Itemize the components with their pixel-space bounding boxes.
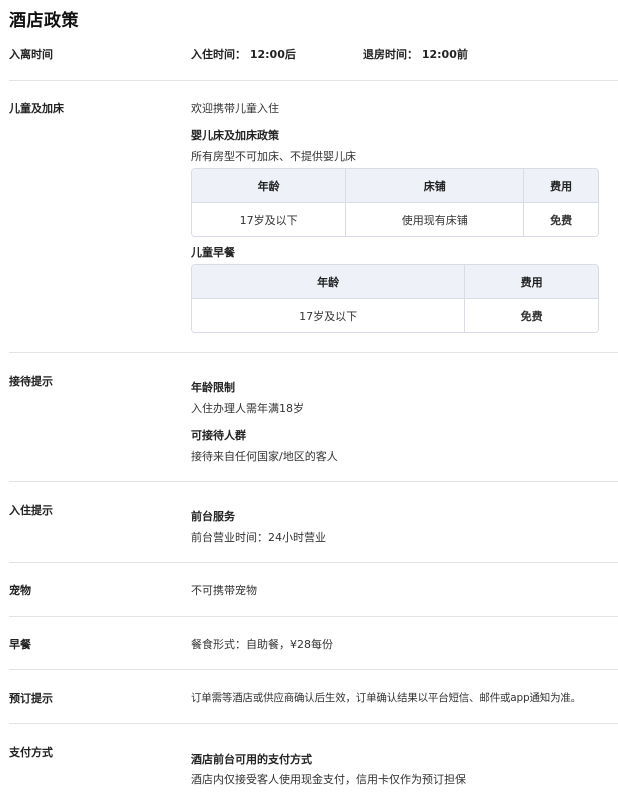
children-content: 欢迎携带儿童入住 婴儿床及加床政策 所有房型不可加床、不提供婴儿床 年龄 床铺 … [191,100,618,340]
divider [9,352,618,353]
crib-policy-text: 所有房型不可加床、不提供婴儿床 [191,150,356,163]
divider [9,616,618,617]
pets-text: 不可携带宠物 [191,584,257,597]
table-header-row: 年龄 床铺 费用 [192,169,598,203]
divider [9,481,618,482]
booking-text: 订单需等酒店或供应商确认后生效，订单确认结果以平台短信、邮件或app通知为准。 [191,692,581,704]
table-cell-fee: 免费 [524,203,598,236]
children-welcome-text: 欢迎携带儿童入住 [191,102,279,115]
crib-policy-title: 婴儿床及加床政策 [191,129,279,142]
front-desk-title: 前台服务 [191,510,235,523]
divider [9,80,618,81]
table-cell-bed: 使用现有床铺 [346,203,525,236]
age-limit-title: 年龄限制 [191,381,235,394]
section-label-children: 儿童及加床 [9,102,64,115]
table-header-fee: 费用 [465,265,598,299]
section-checkin-tips: 入住提示 前台服务 前台营业时间：24小时营业 [9,502,618,552]
payment-methods-title: 酒店前台可用的支付方式 [191,753,312,766]
section-label-checkin-tips: 入住提示 [9,504,53,517]
section-label-reception: 接待提示 [9,375,53,388]
section-label-breakfast: 早餐 [9,638,31,651]
breakfast-text: 餐食形式：自助餐，¥28每份 [191,638,333,651]
section-payment: 支付方式 酒店前台可用的支付方式 酒店内仅接受客人使用现金支付，信用卡仅作为预订… [9,744,618,794]
divider [9,562,618,563]
table-cell-age: 17岁及以下 [192,299,466,332]
table-header-age: 年龄 [192,265,466,299]
divider [9,669,618,670]
table-header-row: 年龄 费用 [192,265,598,299]
section-label-payment: 支付方式 [9,746,53,759]
checkout-time-text: 退房时间： 12:00前 [363,48,468,61]
divider [9,723,618,724]
section-pets: 宠物 不可携带宠物 [9,582,618,602]
page-title: 酒店政策 [9,11,79,31]
table-cell-age: 17岁及以下 [192,203,347,236]
child-breakfast-title: 儿童早餐 [191,246,235,259]
section-label-booking: 预订提示 [9,692,53,705]
checkin-time-text: 入住时间： 12:00后 [191,48,296,61]
accepted-guests-text: 接待来自任何国家/地区的客人 [191,450,338,463]
accepted-guests-title: 可接待人群 [191,429,246,442]
table-header-age: 年龄 [192,169,347,203]
front-desk-text: 前台营业时间：24小时营业 [191,531,326,544]
child-breakfast-table: 年龄 费用 17岁及以下 免费 [191,264,599,333]
payment-content: 酒店前台可用的支付方式 酒店内仅接受客人使用现金支付，信用卡仅作为预订担保 [191,744,618,794]
hotel-policy-page: 酒店政策 入离时间 入住时间： 12:00后 退房时间： 12:00前 儿童及加… [0,0,618,802]
section-reception: 接待提示 年龄限制 入住办理人需年满18岁 可接待人群 接待来自任何国家/地区的… [9,373,618,468]
section-checkin-time: 入离时间 入住时间： 12:00后 退房时间： 12:00前 [9,46,618,66]
section-label-pets: 宠物 [9,584,31,597]
section-label-checkin-time: 入离时间 [9,48,53,61]
age-limit-text: 入住办理人需年满18岁 [191,402,304,415]
booking-content: 订单需等酒店或供应商确认后生效，订单确认结果以平台短信、邮件或app通知为准。 [191,690,618,706]
section-booking: 预订提示 订单需等酒店或供应商确认后生效，订单确认结果以平台短信、邮件或app通… [9,690,618,710]
table-row: 17岁及以下 使用现有床铺 免费 [192,203,598,236]
breakfast-content: 餐食形式：自助餐，¥28每份 [191,636,618,652]
pets-content: 不可携带宠物 [191,582,618,598]
table-row: 17岁及以下 免费 [192,299,598,332]
checkin-tips-content: 前台服务 前台营业时间：24小时营业 [191,502,618,552]
crib-policy-table: 年龄 床铺 费用 17岁及以下 使用现有床铺 免费 [191,168,599,237]
table-header-fee: 费用 [524,169,598,203]
payment-methods-text: 酒店内仅接受客人使用现金支付，信用卡仅作为预订担保 [191,773,466,786]
table-header-bed: 床铺 [346,169,525,203]
reception-content: 年龄限制 入住办理人需年满18岁 可接待人群 接待来自任何国家/地区的客人 [191,373,618,468]
section-breakfast: 早餐 餐食形式：自助餐，¥28每份 [9,636,618,656]
checkin-content: 入住时间： 12:00后 退房时间： 12:00前 [191,46,618,62]
table-cell-fee: 免费 [465,299,598,332]
section-children: 儿童及加床 欢迎携带儿童入住 婴儿床及加床政策 所有房型不可加床、不提供婴儿床 … [9,100,618,340]
